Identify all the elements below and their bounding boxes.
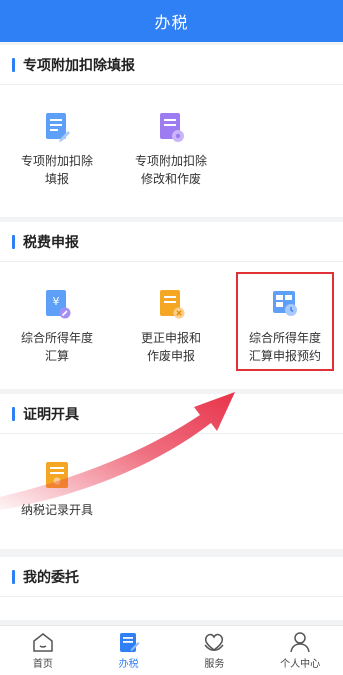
tab-label: 办税 [118,659,139,670]
section-marker [12,234,15,249]
tab-service[interactable]: 服务 [172,626,258,675]
section-title: 税费申报 [23,234,79,251]
document-settings-icon [156,111,186,143]
tab-label: 个人中心 [280,659,321,670]
home-icon [31,631,55,653]
service-heart-icon [202,631,226,653]
tab-home[interactable]: 首页 [0,626,86,675]
tab-label: 首页 [32,659,53,670]
section-my-delegation: 我的委托 [0,557,343,620]
section-header: 税费申报 [0,222,343,262]
section-header: 专项附加扣除填报 [0,45,343,85]
svg-text:¥: ¥ [53,295,60,308]
highlight-box [236,272,334,371]
tax-edit-icon [117,631,141,653]
yen-document-icon: ¥ [42,288,72,320]
item-special-deduction-modify[interactable]: 专项附加扣除 修改和作废 [114,85,228,188]
section-grid: 专项附加扣除 填报 专项附加扣除 修改和作废 [0,85,343,188]
section-marker [12,569,15,584]
page-title: 办税 [154,13,189,32]
section-title: 我的委托 [23,569,79,586]
section-header[interactable]: 我的委托 [0,557,343,597]
section-title: 证明开具 [23,406,79,423]
item-label: 专项附加扣除 修改和作废 [134,154,207,186]
item-label: 纳税记录开具 [20,503,93,517]
item-tax-record[interactable]: 纳税记录开具 [0,434,114,519]
section-marker [12,57,15,72]
item-correction-declaration[interactable]: 更正申报和 作废申报 [114,262,228,365]
section-tax-declaration: 税费申报 ¥ 综合所得年度 汇算 更正申报和 作废申报 综合所得年度 汇算申报预… [0,222,343,389]
section-special-deduction: 专项附加扣除填报 专项附加扣除 填报 专项附加扣除 修改和作废 [0,45,343,217]
section-marker [12,406,15,421]
item-special-deduction-fill[interactable]: 专项附加扣除 填报 [0,85,114,188]
item-annual-settlement[interactable]: ¥ 综合所得年度 汇算 [0,262,114,365]
item-label: 综合所得年度 汇算 [20,331,93,363]
section-grid: 纳税记录开具 [0,434,343,519]
certificate-icon [42,460,72,492]
bottom-tab-bar: 首页 办税 服务 个人中心 [0,625,343,675]
item-label: 专项附加扣除 填报 [20,154,93,186]
tab-profile[interactable]: 个人中心 [257,626,343,675]
app-header: 办税 [0,0,343,42]
tab-tax[interactable]: 办税 [86,626,172,675]
item-label: 更正申报和 作废申报 [140,331,201,363]
document-cancel-icon [156,288,186,320]
person-icon [288,631,312,653]
section-certificate: 证明开具 纳税记录开具 [0,394,343,549]
section-title: 专项附加扣除填报 [23,57,135,74]
document-edit-icon [42,111,72,143]
section-header: 证明开具 [0,394,343,434]
tab-label: 服务 [204,659,225,670]
